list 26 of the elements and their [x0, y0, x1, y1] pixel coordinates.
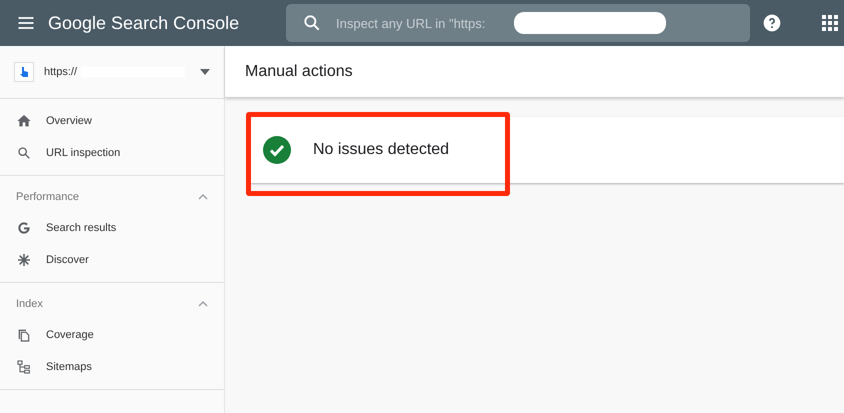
nav-item[interactable]: Search results [0, 212, 224, 244]
search-field[interactable]: Inspect any URL in "https: [286, 4, 750, 42]
nav-item[interactable]: Overview [0, 105, 224, 137]
home-icon [16, 113, 32, 129]
apps-icon[interactable] [822, 15, 838, 31]
site-icon [14, 62, 34, 82]
section-heading: Performance [16, 191, 79, 203]
check-circle-icon [263, 136, 291, 164]
g-letter-icon [16, 220, 32, 236]
dropdown-caret-icon [200, 69, 210, 75]
sitemap-icon [16, 359, 32, 375]
search-icon [302, 13, 322, 33]
product-title: Google Search Console [48, 12, 240, 35]
nav-item[interactable]: Sitemaps [0, 351, 224, 383]
nav-item[interactable]: Discover [0, 244, 224, 276]
property-url: https:// [44, 66, 78, 78]
pages-icon [16, 327, 32, 343]
section-heading: Index [16, 298, 43, 310]
status-message: No issues detected [313, 141, 450, 159]
asterisk-icon [16, 252, 32, 268]
nav-item[interactable]: Coverage [0, 319, 224, 351]
search-icon [16, 145, 32, 161]
search-input[interactable]: Inspect any URL in "https: [336, 16, 750, 30]
nav-item[interactable]: URL inspection [0, 137, 224, 169]
help-icon[interactable] [762, 13, 782, 33]
page-title: Manual actions [245, 62, 353, 80]
